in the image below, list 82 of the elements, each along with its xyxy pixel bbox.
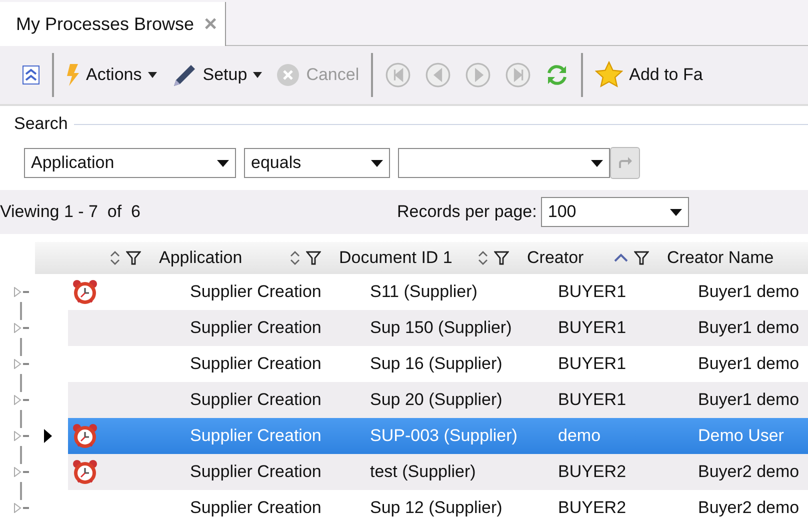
setup-button[interactable]: Setup (166, 60, 266, 90)
table-cell: Sup 12 (Supplier) (370, 498, 502, 518)
column-header[interactable]: Creator Name (655, 242, 808, 274)
table-cell: Supplier Creation (190, 390, 322, 410)
sort-icon[interactable] (110, 250, 120, 266)
search-title: Search (14, 114, 68, 134)
filter-icon[interactable] (494, 251, 509, 265)
filter-icon[interactable] (306, 251, 321, 265)
column-header[interactable]: Application (147, 242, 327, 274)
table-cell: Supplier Creation (190, 318, 322, 338)
tree-node-icon (14, 323, 29, 333)
table-row[interactable]: Supplier Creation test (Supplier) BUYER2 Buyer2 demo (68, 454, 808, 490)
table-cell: BUYER1 (558, 390, 626, 410)
actions-button[interactable]: Actions (62, 61, 161, 89)
table-row[interactable]: Supplier Creation Sup 20 (Supplier) BUYER1 Buyer1 demo (68, 382, 808, 418)
first-icon (385, 62, 412, 88)
table-cell: BUYER1 (558, 354, 626, 374)
last-icon (505, 62, 532, 88)
table-cell: Buyer1 demo (698, 318, 800, 338)
table-cell: BUYER2 (558, 462, 626, 482)
tree-node-icon (14, 359, 29, 369)
favorite-button[interactable]: Add to Fa (591, 59, 707, 91)
tree-node-icon (14, 503, 29, 513)
column-header[interactable]: Creator (515, 242, 655, 274)
table-cell: Buyer1 demo (698, 282, 800, 302)
records-per-page-label: Records per page: (397, 202, 537, 222)
lightning-icon (66, 63, 80, 87)
star-icon (595, 61, 624, 89)
alarm-clock-icon (72, 459, 98, 485)
previous-icon (425, 62, 452, 88)
tree-node-icon (14, 287, 29, 297)
table-cell: BUYER1 (558, 318, 626, 338)
next-icon (465, 62, 492, 88)
tab-title: My Processes Browse (16, 14, 194, 34)
filter-dropdown[interactable]: equals (244, 148, 390, 178)
table-row[interactable]: Supplier Creation Sup 150 (Supplier) BUYER1 Buyer1 demo (68, 310, 808, 346)
table-cell: BUYER1 (558, 282, 626, 302)
caret-icon (591, 160, 603, 166)
alarm-clock-icon (72, 279, 98, 305)
filter-dropdown[interactable] (398, 148, 610, 178)
records-per-page-dropdown[interactable]: 100 (540, 197, 689, 227)
sort-icon[interactable] (290, 250, 300, 266)
table-cell: Demo User (698, 426, 784, 446)
sort-icon[interactable] (478, 250, 488, 266)
caret-icon (371, 160, 383, 166)
caret-icon (670, 208, 682, 216)
tree-node-icon (14, 467, 29, 477)
table-row[interactable]: Supplier Creation S11 (Supplier) BUYER1 Buyer1 demo (68, 274, 808, 310)
filter-dropdown[interactable]: Application (24, 148, 236, 178)
table-cell: test (Supplier) (370, 462, 476, 482)
table-cell: Supplier Creation (190, 498, 322, 518)
table-cell: BUYER2 (558, 498, 626, 518)
viewing-text: Viewing 1 - 7 of 6 (0, 202, 142, 222)
filter-icon[interactable] (126, 251, 141, 265)
table-cell: Buyer1 demo (698, 390, 800, 410)
table-cell: demo (558, 426, 601, 446)
tree-node-icon (14, 431, 29, 441)
table-cell: Supplier Creation (190, 282, 322, 302)
column-header[interactable]: Document ID 1 (327, 242, 515, 274)
table-cell: Supplier Creation (190, 462, 322, 482)
table-row[interactable]: Supplier Creation Sup 12 (Supplier) BUYER2 Buyer2 demo (68, 490, 808, 526)
collapse-icon (22, 65, 40, 85)
table-cell: Sup 150 (Supplier) (370, 318, 512, 338)
process-tab[interactable]: My Processes Browse × (0, 2, 226, 46)
table-cell: SUP-003 (Supplier) (370, 426, 518, 446)
caret-icon (217, 160, 229, 166)
table-cell: Buyer1 demo (698, 354, 800, 374)
tree-node-icon (14, 395, 29, 405)
table-cell: Buyer2 demo (698, 498, 800, 518)
table-cell: Buyer2 demo (698, 462, 800, 482)
table-row[interactable]: Supplier Creation Sup 16 (Supplier) BUYER1 Buyer1 demo (68, 346, 808, 382)
sort-ascending-icon[interactable] (614, 253, 628, 263)
table-cell: Sup 16 (Supplier) (370, 354, 502, 374)
alarm-clock-icon (72, 423, 98, 449)
filter-icon[interactable] (634, 251, 649, 265)
cancel-icon (276, 63, 300, 87)
table-cell: Supplier Creation (190, 426, 322, 446)
table-cell: Supplier Creation (190, 354, 322, 374)
refresh-icon (545, 63, 570, 87)
table-cell: Sup 20 (Supplier) (370, 390, 502, 410)
arrow-icon (617, 156, 633, 170)
table-cell: S11 (Supplier) (370, 282, 478, 302)
